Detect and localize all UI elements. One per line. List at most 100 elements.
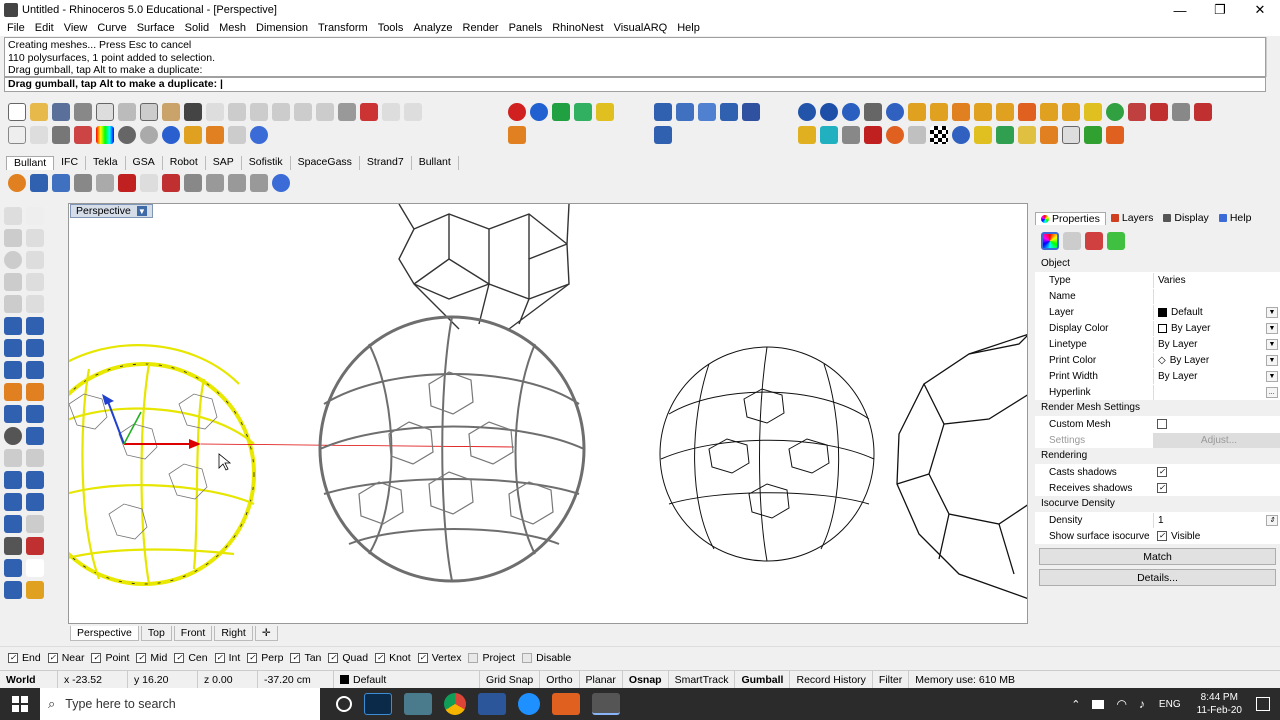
tab-perspective[interactable]: Perspective bbox=[70, 626, 139, 641]
history-scrollbar[interactable] bbox=[1266, 37, 1278, 77]
dot-grid-icon[interactable] bbox=[4, 537, 22, 555]
rotate-view-icon[interactable] bbox=[228, 103, 246, 121]
right-cropped-polyhedron[interactable] bbox=[896, 333, 1028, 599]
menu-rhinonest[interactable]: RhinoNest bbox=[547, 22, 608, 34]
rect-light-icon[interactable] bbox=[974, 103, 992, 121]
move-icon[interactable] bbox=[4, 449, 22, 467]
render-play-icon[interactable] bbox=[1084, 126, 1102, 144]
menu-visualarq[interactable]: VisualARQ bbox=[609, 22, 673, 34]
viewport-layout-icon[interactable] bbox=[338, 103, 356, 121]
save-icon[interactable] bbox=[52, 103, 70, 121]
tab-sap[interactable]: SAP bbox=[206, 156, 242, 170]
torus-mesh-icon[interactable] bbox=[842, 126, 860, 144]
environment-icon[interactable] bbox=[1106, 103, 1124, 121]
density-stepper[interactable]: 1 ⇕ bbox=[1153, 512, 1280, 528]
mesh-sphere-icon[interactable] bbox=[864, 103, 882, 121]
smarttrack-toggle[interactable]: SmartTrack bbox=[669, 670, 736, 689]
wireframe-sphere[interactable] bbox=[659, 346, 875, 562]
ortho-toggle[interactable]: Ortho bbox=[540, 670, 580, 689]
tab-right[interactable]: Right bbox=[214, 626, 253, 641]
osnap-cen-checkbox[interactable]: ✓ bbox=[174, 652, 185, 663]
mirror-icon[interactable] bbox=[26, 493, 44, 511]
box-icon[interactable] bbox=[4, 339, 22, 357]
chart-icon[interactable] bbox=[162, 174, 180, 192]
grid-icon[interactable] bbox=[382, 103, 400, 121]
rhino-taskbar-icon[interactable] bbox=[592, 693, 620, 715]
stepper-arrows-icon[interactable]: ⇕ bbox=[1266, 514, 1278, 526]
gear2-icon[interactable] bbox=[1040, 126, 1058, 144]
loft-icon[interactable] bbox=[26, 317, 44, 335]
grid-snap-toggle[interactable]: Grid Snap bbox=[480, 670, 541, 689]
cplane-icon[interactable] bbox=[228, 126, 246, 144]
casts-shadows-checkbox[interactable]: ✓ bbox=[1157, 467, 1167, 477]
sphere-icon[interactable] bbox=[798, 103, 816, 121]
trim-icon[interactable] bbox=[26, 405, 44, 423]
menu-panels[interactable]: Panels bbox=[504, 22, 548, 34]
windows-start-icon[interactable] bbox=[0, 688, 40, 720]
taskbar-search[interactable]: ⌕ Type here to search bbox=[40, 688, 320, 720]
match-button[interactable]: Match bbox=[1039, 548, 1276, 565]
tab-help[interactable]: Help bbox=[1214, 212, 1257, 224]
lock-icon[interactable] bbox=[52, 126, 70, 144]
unit-icon[interactable] bbox=[404, 103, 422, 121]
color-wheel-icon[interactable] bbox=[96, 126, 114, 144]
decals-icon[interactable] bbox=[1085, 232, 1103, 250]
zoom-selected-icon[interactable] bbox=[316, 103, 334, 121]
select-icon[interactable] bbox=[8, 126, 26, 144]
tab-spacegass[interactable]: SpaceGass bbox=[291, 156, 360, 170]
pipe-icon[interactable] bbox=[720, 103, 738, 121]
menu-dimension[interactable]: Dimension bbox=[251, 22, 313, 34]
name-field[interactable] bbox=[1153, 288, 1280, 304]
copy-icon[interactable] bbox=[140, 103, 158, 121]
task-view-icon[interactable] bbox=[336, 696, 352, 712]
menu-solid[interactable]: Solid bbox=[180, 22, 214, 34]
viewport-menu-arrow-icon[interactable]: ▼ bbox=[136, 206, 147, 216]
osnap-vertex[interactable]: ✓ Vertex bbox=[417, 652, 461, 664]
zoom-extents-icon[interactable] bbox=[294, 103, 312, 121]
circle-icon[interactable] bbox=[4, 251, 22, 269]
menu-transform[interactable]: Transform bbox=[313, 22, 373, 34]
receives-shadows-checkbox[interactable]: ✓ bbox=[1157, 483, 1167, 493]
car-icon[interactable] bbox=[360, 103, 378, 121]
menu-tools[interactable]: Tools bbox=[373, 22, 409, 34]
osnap-point-checkbox[interactable]: ✓ bbox=[91, 652, 102, 663]
members-icon[interactable] bbox=[206, 174, 224, 192]
scale-icon[interactable] bbox=[26, 471, 44, 489]
gumball-toggle[interactable]: Gumball bbox=[735, 670, 791, 689]
menu-analyze[interactable]: Analyze bbox=[408, 22, 457, 34]
tab-ifc[interactable]: IFC bbox=[54, 156, 87, 170]
pan-hand-icon[interactable] bbox=[206, 103, 224, 121]
dynamic-relax-icon[interactable] bbox=[96, 174, 114, 192]
explode-icon[interactable] bbox=[26, 383, 44, 401]
osnap-knot[interactable]: ✓ Knot bbox=[375, 652, 411, 664]
fillet-curve-icon[interactable] bbox=[26, 295, 44, 313]
texture-icon[interactable] bbox=[1150, 103, 1168, 121]
tab-robot[interactable]: Robot bbox=[163, 156, 206, 170]
green-gem-icon[interactable] bbox=[552, 103, 570, 121]
blue-sphere-icon[interactable] bbox=[530, 103, 548, 121]
settings-gear-icon[interactable] bbox=[206, 126, 224, 144]
notifications-icon[interactable] bbox=[1256, 697, 1270, 711]
osnap-quad[interactable]: ✓ Quad bbox=[328, 652, 368, 664]
chrome-icon[interactable] bbox=[444, 693, 466, 715]
split-icon[interactable] bbox=[4, 405, 22, 423]
language-indicator[interactable]: ENG bbox=[1159, 699, 1181, 710]
bulb-icon[interactable] bbox=[140, 174, 158, 192]
tab-properties[interactable]: Properties bbox=[1035, 211, 1106, 225]
rendered-sphere-icon[interactable] bbox=[140, 126, 158, 144]
rectangle-icon[interactable] bbox=[26, 273, 44, 291]
rotate-icon[interactable] bbox=[26, 449, 44, 467]
light-icon[interactable] bbox=[184, 126, 202, 144]
red-sphere-icon[interactable] bbox=[508, 103, 526, 121]
photoshop-icon[interactable] bbox=[364, 693, 392, 715]
osnap-disable[interactable]: Disable bbox=[522, 652, 571, 664]
zoom-window-icon[interactable] bbox=[272, 103, 290, 121]
sphere4-icon[interactable] bbox=[886, 103, 904, 121]
cylinder-icon[interactable] bbox=[676, 103, 694, 121]
analyze-icon[interactable] bbox=[26, 515, 44, 533]
osnap-quad-checkbox[interactable]: ✓ bbox=[328, 652, 339, 663]
linear-light-icon[interactable] bbox=[996, 103, 1014, 121]
extrude-icon[interactable] bbox=[654, 126, 672, 144]
lightbulb-icon[interactable] bbox=[30, 126, 48, 144]
group-icon[interactable] bbox=[4, 427, 22, 445]
